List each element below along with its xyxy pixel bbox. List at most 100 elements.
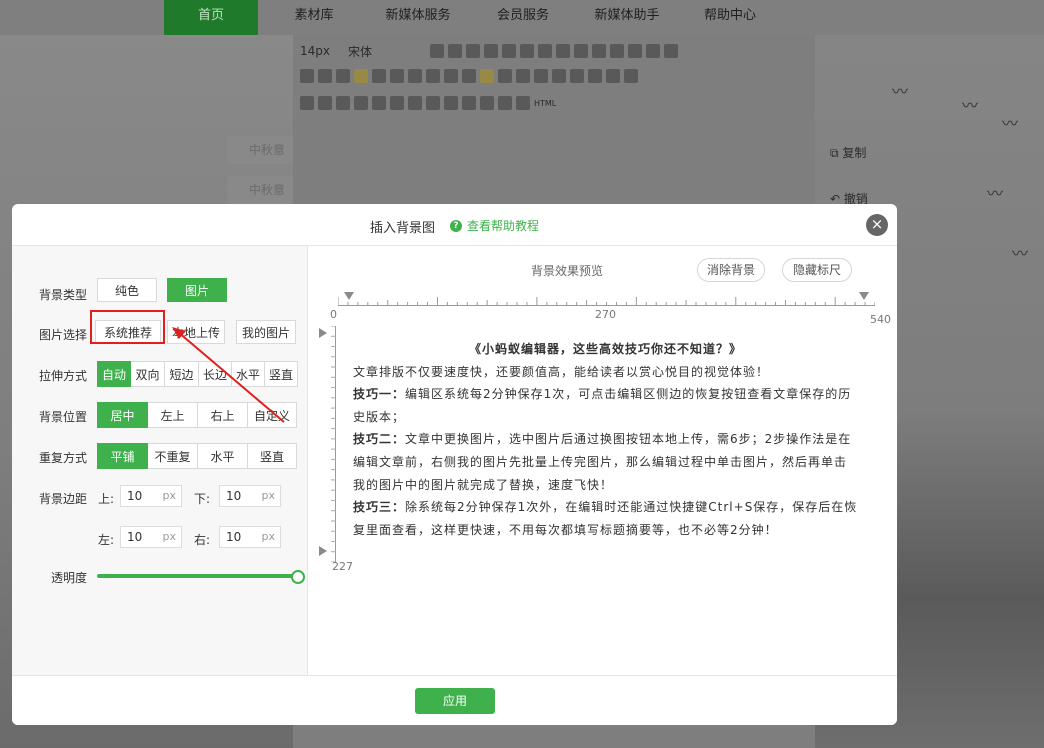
stretch-short-side[interactable]: 短边 <box>165 361 199 387</box>
help-tutorial-link[interactable]: ? 查看帮助教程 <box>450 217 539 234</box>
magic-wand-icon[interactable] <box>426 96 440 110</box>
palette-icon[interactable] <box>354 96 368 110</box>
copy-icon: ⧉ <box>830 146 843 160</box>
copy-button[interactable]: ⧉ 复制 <box>830 144 866 161</box>
gallery-icon[interactable] <box>318 96 332 110</box>
close-button[interactable]: × <box>866 214 888 236</box>
justify-icon[interactable] <box>408 69 422 83</box>
strikethrough-icon[interactable] <box>484 44 499 58</box>
link-icon[interactable] <box>516 69 530 83</box>
border-icon[interactable] <box>538 44 553 58</box>
page-icon[interactable] <box>646 44 661 58</box>
music-icon[interactable] <box>444 96 458 110</box>
opacity-slider-track[interactable] <box>97 574 297 578</box>
font-family-select[interactable]: 宋体 <box>348 43 372 60</box>
table-icon[interactable] <box>606 69 620 83</box>
align-right-icon[interactable] <box>390 69 404 83</box>
repeat-tile[interactable]: 平铺 <box>97 443 148 469</box>
stretch-auto[interactable]: 自动 <box>97 361 131 387</box>
position-center[interactable]: 居中 <box>97 402 148 428</box>
search-icon[interactable] <box>570 69 584 83</box>
top-navigation: 首页 素材库 新媒体服务 会员服务 新媒体助手 帮助中心 <box>0 0 1044 35</box>
stretch-both[interactable]: 双向 <box>131 361 165 387</box>
editor-toolbar-row-2 <box>300 65 638 87</box>
nav-media-assistant[interactable]: 新媒体助手 <box>582 0 672 35</box>
camera-icon[interactable] <box>372 96 386 110</box>
side-template-tag[interactable]: 中秋意 <box>227 136 293 164</box>
position-top-right[interactable]: 右上 <box>198 402 248 428</box>
side-template-tag[interactable]: 中秋意 <box>227 176 293 204</box>
font-color-icon[interactable] <box>502 44 517 58</box>
line-spacing-icon[interactable] <box>426 69 440 83</box>
direction-rtl-icon[interactable] <box>498 69 512 83</box>
redo-icon[interactable] <box>516 96 530 110</box>
outdent-icon[interactable] <box>336 69 350 83</box>
hide-ruler-button[interactable]: 隐藏标尺 <box>782 258 852 282</box>
position-top-left[interactable]: 左上 <box>148 402 198 428</box>
ruler-bottom-marker-icon[interactable] <box>319 546 327 556</box>
subscript-icon[interactable] <box>610 44 625 58</box>
frame-icon[interactable] <box>336 96 350 110</box>
horizontal-line-icon[interactable] <box>628 44 643 58</box>
video-icon[interactable] <box>390 96 404 110</box>
nav-member-service[interactable]: 会员服务 <box>486 0 560 35</box>
letter-case-icon[interactable] <box>574 44 589 58</box>
italic-icon[interactable] <box>448 44 463 58</box>
quote-icon[interactable] <box>588 69 602 83</box>
unlink-icon[interactable] <box>480 96 494 110</box>
chain-icon[interactable] <box>462 96 476 110</box>
margin-bottom-value: 10 <box>226 489 242 503</box>
highlight-icon[interactable] <box>520 44 535 58</box>
omega-icon[interactable] <box>534 69 548 83</box>
superscript-icon[interactable] <box>592 44 607 58</box>
margin-right-label: 右: <box>194 533 211 547</box>
nav-help-center[interactable]: 帮助中心 <box>696 0 764 35</box>
underline-icon[interactable] <box>466 44 481 58</box>
nav-home[interactable]: 首页 <box>164 0 258 35</box>
list-icon[interactable] <box>462 69 476 83</box>
stretch-vertical[interactable]: 竖直 <box>265 361 298 387</box>
repeat-vertical[interactable]: 竖直 <box>248 443 297 469</box>
font-size-select[interactable]: 14px <box>300 44 330 58</box>
undo-icon[interactable] <box>498 96 512 110</box>
bg-type-solid-button[interactable]: 纯色 <box>97 278 157 302</box>
dialog-footer: 应用 <box>12 675 897 725</box>
align-left-icon[interactable] <box>354 69 368 83</box>
margin-right-input[interactable]: 10 px <box>219 526 281 548</box>
opacity-slider-handle[interactable] <box>291 570 305 584</box>
eraser-icon[interactable] <box>300 69 314 83</box>
tip-2-label: 技巧二： <box>353 432 406 447</box>
margin-left-input[interactable]: 10 px <box>120 526 182 548</box>
my-images-button[interactable]: 我的图片 <box>236 320 296 344</box>
apply-button[interactable]: 应用 <box>415 688 495 714</box>
bold-icon[interactable] <box>430 44 445 58</box>
nav-materials[interactable]: 素材库 <box>282 0 346 35</box>
indent-icon[interactable] <box>318 69 332 83</box>
align-center-icon[interactable] <box>372 69 386 83</box>
position-custom[interactable]: 自定义 <box>248 402 297 428</box>
export-icon[interactable] <box>664 44 679 58</box>
image-icon[interactable] <box>300 96 314 110</box>
nav-media-service[interactable]: 新媒体服务 <box>376 0 460 35</box>
bg-type-image-button[interactable]: 图片 <box>167 278 227 302</box>
paragraph-spacing-icon[interactable] <box>444 69 458 83</box>
unit-label: px <box>261 489 276 502</box>
clear-background-button[interactable]: 消除背景 <box>697 258 765 282</box>
emoji-icon[interactable] <box>552 69 566 83</box>
horizontal-ruler <box>338 297 875 306</box>
html-source-button[interactable]: HTML <box>534 99 556 108</box>
repeat-horizontal[interactable]: 水平 <box>198 443 248 469</box>
brush-icon[interactable] <box>408 96 422 110</box>
sum-icon[interactable] <box>624 69 638 83</box>
margin-top-label: 上: <box>98 492 115 506</box>
stretch-horizontal[interactable]: 水平 <box>232 361 265 387</box>
direction-ltr-icon[interactable] <box>480 69 494 83</box>
stretch-long-side[interactable]: 长边 <box>199 361 232 387</box>
margin-bottom-input[interactable]: 10 px <box>219 485 281 507</box>
text-transform-icon[interactable] <box>556 44 571 58</box>
unit-label: px <box>162 489 177 502</box>
margin-top-input[interactable]: 10 px <box>120 485 182 507</box>
ruler-top-marker-icon[interactable] <box>319 328 327 338</box>
repeat-none[interactable]: 不重复 <box>148 443 198 469</box>
local-upload-button[interactable]: 本地上传 <box>167 320 225 344</box>
